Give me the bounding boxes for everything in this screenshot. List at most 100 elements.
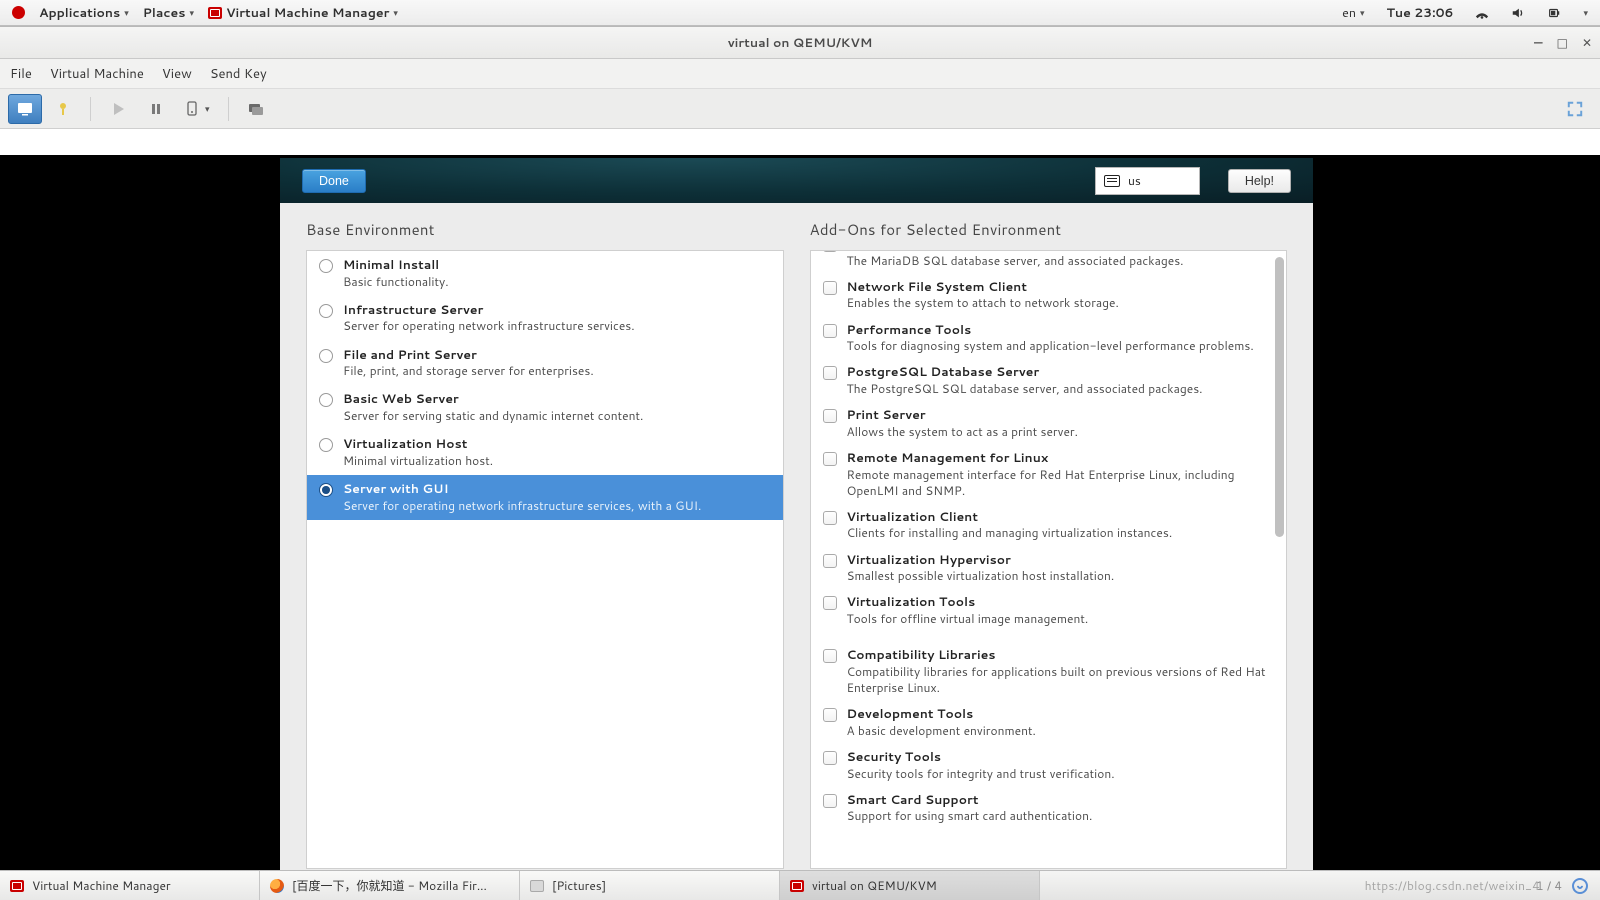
addon-option[interactable]: Development Tools A basic development en… bbox=[811, 701, 1287, 744]
addon-option[interactable]: Print Server Allows the system to act as… bbox=[811, 402, 1287, 445]
environment-option[interactable]: Virtualization Host Minimal virtualizati… bbox=[307, 430, 783, 475]
menu-view[interactable]: View bbox=[162, 65, 192, 83]
checkbox-icon bbox=[823, 554, 837, 568]
activities-rh-icon[interactable] bbox=[6, 4, 31, 21]
addon-desc: Tools for offline virtual image manageme… bbox=[847, 611, 1089, 627]
places-menu[interactable]: Places ▾ bbox=[137, 2, 200, 24]
anaconda-installer-panel: Done us Help! Base Environment Minimal I… bbox=[280, 158, 1313, 879]
environment-desc: Basic functionality. bbox=[343, 274, 449, 290]
scrollbar[interactable] bbox=[1275, 253, 1284, 866]
environment-option[interactable]: Server with GUI Server for operating net… bbox=[307, 475, 783, 520]
addon-title: Print Server bbox=[847, 407, 1078, 424]
addon-desc: Tools for diagnosing system and applicat… bbox=[847, 338, 1254, 354]
addon-option[interactable]: Remote Management for Linux Remote manag… bbox=[811, 445, 1287, 504]
scrollbar-thumb[interactable] bbox=[1275, 257, 1284, 537]
addon-title: Network File System Client bbox=[847, 279, 1119, 296]
addon-desc: Clients for installing and managing virt… bbox=[847, 525, 1173, 541]
addon-option[interactable]: PostgreSQL Database Server The PostgreSQ… bbox=[811, 359, 1287, 402]
addon-title: Virtualization Hypervisor bbox=[847, 552, 1115, 569]
addon-option[interactable]: MariaDB Database Server The MariaDB SQL … bbox=[811, 250, 1287, 274]
battery-icon[interactable] bbox=[1541, 4, 1567, 22]
app-menu[interactable]: Virtual Machine Manager ▾ bbox=[202, 2, 404, 24]
addon-desc: Security tools for integrity and trust v… bbox=[847, 766, 1115, 782]
window-minimize-button[interactable]: — bbox=[1534, 34, 1543, 51]
taskbar-item-vm-console[interactable]: virtual on QEMU/KVM bbox=[780, 871, 1040, 900]
environment-option[interactable]: Minimal Install Basic functionality. bbox=[307, 251, 783, 296]
anaconda-header: Done us Help! bbox=[280, 158, 1313, 203]
addon-title: PostgreSQL Database Server bbox=[847, 364, 1203, 381]
window-maximize-button[interactable]: □ bbox=[1557, 34, 1568, 51]
volume-icon[interactable] bbox=[1505, 4, 1531, 22]
addon-option[interactable]: Smart Card Support Support for using sma… bbox=[811, 787, 1287, 830]
environment-title: Server with GUI bbox=[343, 481, 701, 498]
virt-manager-icon bbox=[10, 880, 24, 892]
firefox-icon bbox=[270, 879, 284, 893]
checkbox-icon bbox=[823, 708, 837, 722]
taskbar-item-firefox[interactable]: [百度一下，你就知道 - Mozilla Fir... bbox=[260, 871, 520, 900]
environment-title: Minimal Install bbox=[343, 257, 449, 274]
taskbar-item-pictures[interactable]: [Pictures] bbox=[520, 871, 780, 900]
input-lang-indicator[interactable]: en ▾ bbox=[1336, 2, 1370, 24]
vm-run-button[interactable] bbox=[101, 94, 135, 124]
addon-option[interactable]: Compatibility Libraries Compatibility li… bbox=[811, 642, 1287, 701]
virt-manager-icon bbox=[790, 880, 804, 892]
network-icon[interactable] bbox=[1469, 4, 1495, 22]
virt-manager-window: virtual on QEMU/KVM — □ ✕ File Virtual M… bbox=[0, 26, 1600, 870]
environment-title: Infrastructure Server bbox=[343, 302, 635, 319]
checkbox-icon bbox=[823, 366, 837, 380]
menu-file[interactable]: File bbox=[10, 65, 32, 83]
fullscreen-button[interactable] bbox=[1558, 94, 1592, 124]
applications-menu[interactable]: Applications ▾ bbox=[33, 2, 135, 24]
addon-option[interactable]: Virtualization Tools Tools for offline v… bbox=[811, 589, 1287, 632]
snapshots-button[interactable] bbox=[239, 94, 273, 124]
toolbar: ▾ bbox=[0, 89, 1600, 129]
environment-option[interactable]: Basic Web Server Server for serving stat… bbox=[307, 385, 783, 430]
workspace-indicator-icon[interactable] bbox=[1572, 878, 1588, 894]
addon-title: Smart Card Support bbox=[847, 792, 1093, 809]
addon-option[interactable]: Virtualization Hypervisor Smallest possi… bbox=[811, 547, 1287, 590]
addon-desc: A basic development environment. bbox=[847, 723, 1036, 739]
addon-option[interactable]: Performance Tools Tools for diagnosing s… bbox=[811, 317, 1287, 360]
menu-virtual-machine[interactable]: Virtual Machine bbox=[50, 65, 144, 83]
details-view-button[interactable] bbox=[46, 94, 80, 124]
environment-title: File and Print Server bbox=[343, 347, 594, 364]
system-menu-caret[interactable]: ▾ bbox=[1577, 4, 1594, 21]
window-close-button[interactable]: ✕ bbox=[1582, 34, 1592, 51]
vm-pause-button[interactable] bbox=[139, 94, 173, 124]
addon-title: Development Tools bbox=[847, 706, 1036, 723]
clock[interactable]: Tue 23:06 bbox=[1381, 2, 1460, 24]
radio-icon bbox=[319, 438, 333, 452]
addon-option[interactable]: Network File System Client Enables the s… bbox=[811, 274, 1287, 317]
addons-heading: Add-Ons for Selected Environment bbox=[810, 219, 1288, 240]
checkbox-icon bbox=[823, 250, 837, 252]
taskbar-item-virt-manager[interactable]: Virtual Machine Manager bbox=[0, 871, 260, 900]
radio-icon bbox=[319, 259, 333, 273]
checkbox-icon bbox=[823, 649, 837, 663]
help-button[interactable]: Help! bbox=[1228, 169, 1291, 193]
done-button[interactable]: Done bbox=[302, 169, 366, 193]
virt-manager-icon bbox=[208, 7, 222, 19]
environment-option[interactable]: File and Print Server File, print, and s… bbox=[307, 341, 783, 386]
addon-desc: The MariaDB SQL database server, and ass… bbox=[847, 253, 1184, 269]
vm-shutdown-dropdown[interactable]: ▾ bbox=[177, 98, 218, 120]
environment-option[interactable]: Infrastructure Server Server for operati… bbox=[307, 296, 783, 341]
addon-desc: Allows the system to act as a print serv… bbox=[847, 424, 1078, 440]
addon-option[interactable]: Virtualization Client Clients for instal… bbox=[811, 504, 1287, 547]
environment-desc: Server for operating network infrastruct… bbox=[343, 318, 635, 334]
addon-desc: Enables the system to attach to network … bbox=[847, 295, 1119, 311]
keyboard-layout-label: us bbox=[1128, 172, 1141, 189]
addon-title: Performance Tools bbox=[847, 322, 1254, 339]
checkbox-icon bbox=[823, 511, 837, 525]
radio-icon bbox=[319, 393, 333, 407]
keyboard-icon bbox=[1104, 175, 1120, 187]
menu-send-key[interactable]: Send Key bbox=[210, 65, 267, 83]
environment-desc: Server for serving static and dynamic in… bbox=[343, 408, 643, 424]
radio-icon bbox=[319, 304, 333, 318]
keyboard-layout-indicator[interactable]: us bbox=[1095, 167, 1200, 195]
addon-option[interactable]: Security Tools Security tools for integr… bbox=[811, 744, 1287, 787]
addons-list[interactable]: MariaDB Database Server The MariaDB SQL … bbox=[810, 250, 1288, 869]
checkbox-icon bbox=[823, 281, 837, 295]
redhat-logo-icon bbox=[12, 6, 25, 19]
console-view-button[interactable] bbox=[8, 94, 42, 124]
base-environment-list[interactable]: Minimal Install Basic functionality. Inf… bbox=[306, 250, 784, 869]
